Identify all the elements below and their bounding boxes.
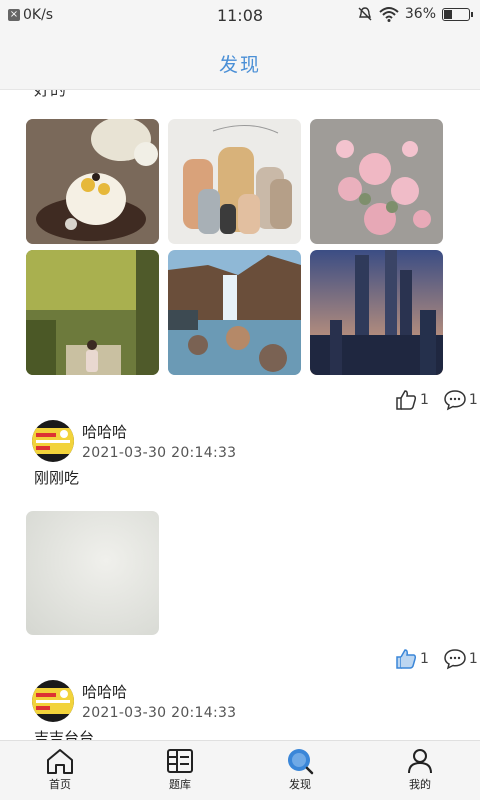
author-info: 哈哈哈 2021-03-30 20:14:33 [82,680,236,721]
tab-library[interactable]: 题库 [150,747,210,792]
author-info: 哈哈哈 2021-03-30 20:14:33 [82,420,236,461]
post-author-3[interactable]: 哈哈哈 2021-03-30 20:14:33 [32,680,236,722]
comment-icon [444,649,466,670]
profile-icon [408,749,432,774]
status-bar: × 0K/s 11:08 36% [0,0,480,34]
username: 哈哈哈 [82,683,128,701]
thumbs-up-icon [396,390,417,410]
username: 哈哈哈 [82,423,128,441]
battery-percent: 36% [404,6,436,22]
feed[interactable]: 好的 [0,90,480,740]
post-author-2[interactable]: 哈哈哈 2021-03-30 20:14:33 [32,420,236,462]
comment-count: 1 [468,651,478,667]
avatar[interactable] [32,420,74,462]
post-actions-1: 1 1 [394,388,478,412]
wifi-icon [379,7,399,22]
thumbs-up-icon-liked [396,649,417,669]
tab-profile[interactable]: 我的 [390,747,450,792]
like-button[interactable]: 1 [394,388,429,412]
tab-label: 我的 [409,778,431,791]
post-timestamp: 2021-03-30 20:14:33 [82,705,237,721]
tab-home[interactable]: 首页 [30,747,90,792]
post-image-flowers[interactable] [310,119,443,244]
tab-label: 发现 [289,778,311,791]
like-count: 1 [420,392,429,408]
top-navbar: 发现 [0,34,480,90]
battery-fill [444,9,452,19]
post-image-waterfall[interactable] [168,250,301,375]
comment-button[interactable]: 1 [443,648,478,670]
post-text: 吉吉台台 [34,729,95,740]
tab-discover[interactable]: 发现 [270,747,330,792]
status-icons: 36% [357,6,473,22]
library-icon [167,749,193,773]
post-image-cats[interactable] [168,119,301,244]
home-icon [47,749,73,774]
comment-icon [444,390,466,411]
bottom-tabbar: 首页 题库 发现 我的 [0,740,480,800]
post-image-blank-wall[interactable] [26,511,159,635]
post-image-city[interactable] [310,250,443,375]
post-text: 刚刚吃 [34,469,80,487]
battery-icon [442,7,473,21]
post-timestamp: 2021-03-30 20:14:33 [82,445,237,461]
tab-label: 题库 [169,778,191,791]
like-button[interactable]: 1 [394,647,429,671]
page-title: 发现 [218,54,261,76]
discover-icon [288,749,314,775]
post-actions-2: 1 1 [394,647,478,671]
post-text-partial: 好的 [34,90,66,100]
mute-icon [358,7,372,21]
avatar[interactable] [32,680,74,722]
comment-button[interactable]: 1 [443,389,478,411]
post-image-cake[interactable] [26,119,159,244]
like-count: 1 [420,651,429,667]
comment-count: 1 [468,392,478,408]
tab-label: 首页 [49,778,71,791]
post-image-forest[interactable] [26,250,159,375]
